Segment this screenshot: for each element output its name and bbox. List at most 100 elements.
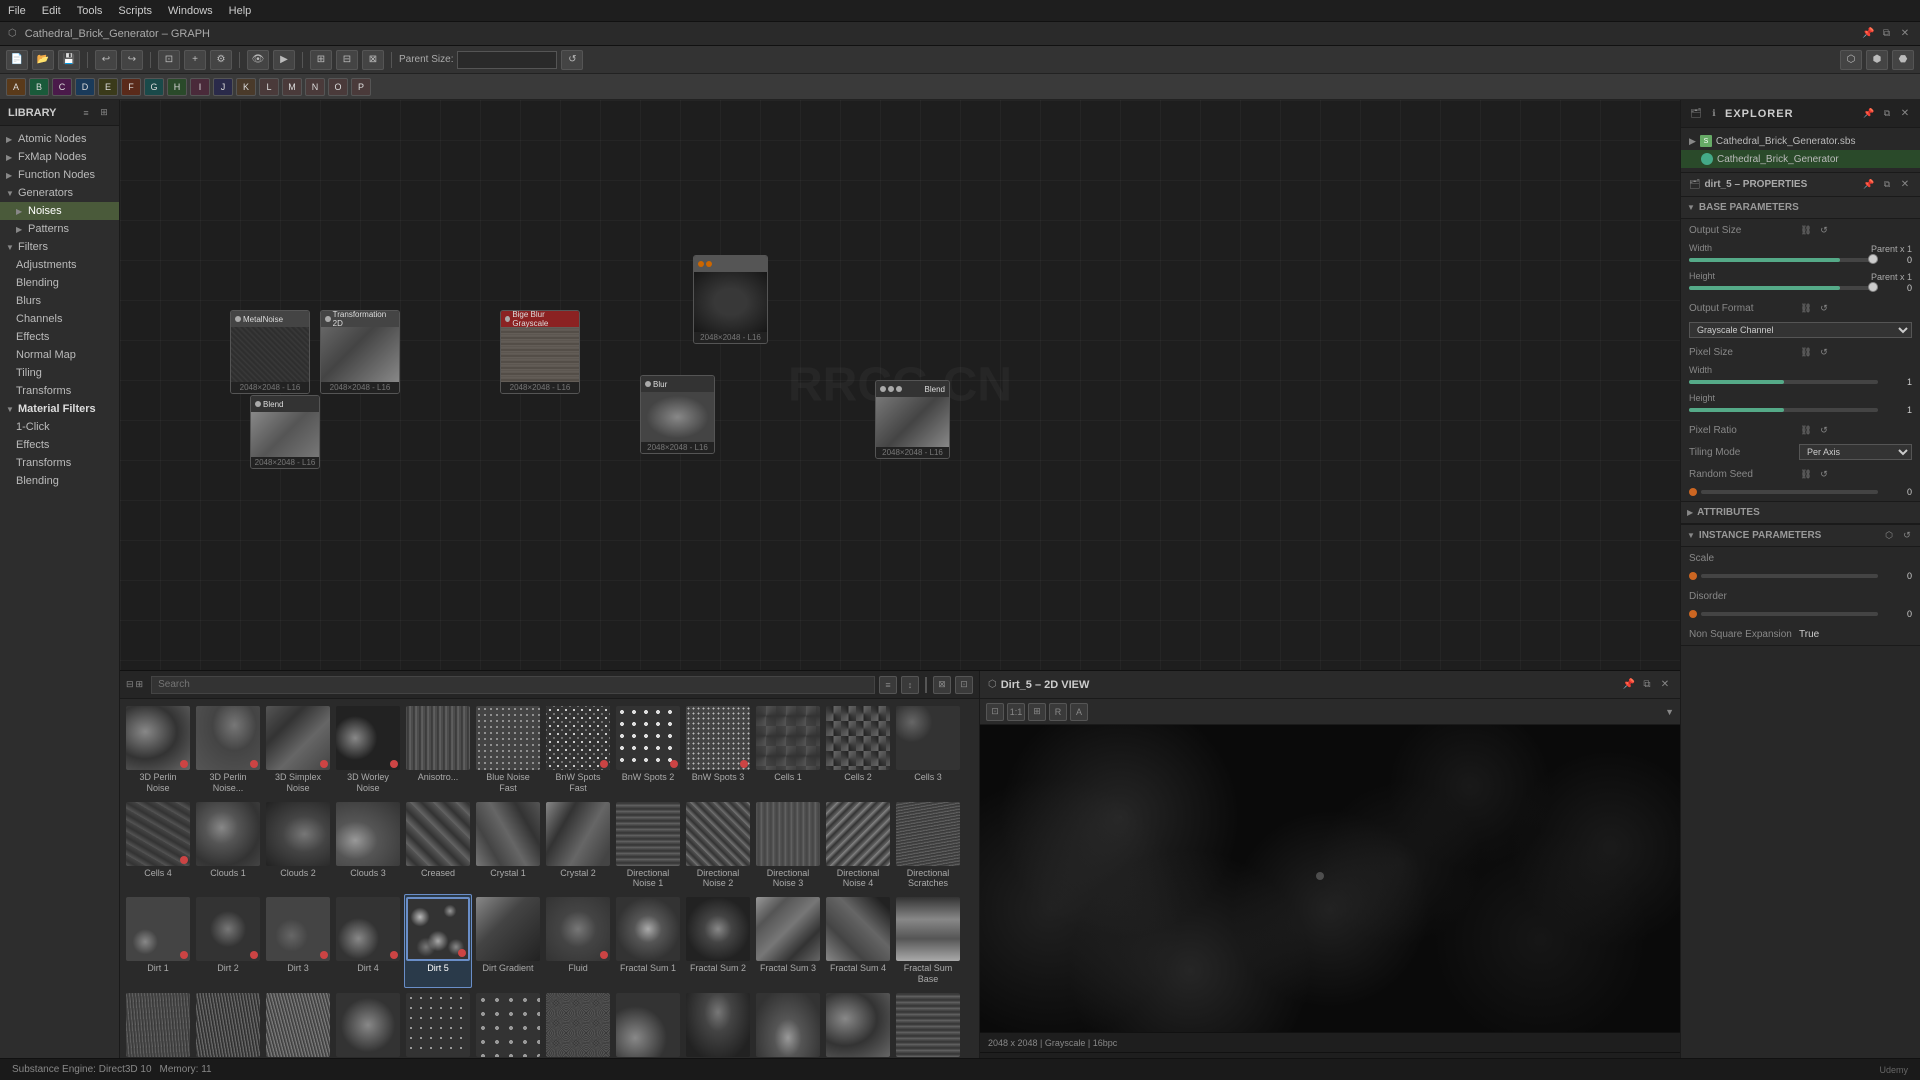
filter-btn[interactable]: ≡ bbox=[879, 676, 897, 694]
tree-transforms[interactable]: Transforms bbox=[0, 382, 119, 400]
frame-btn[interactable]: ⊟ bbox=[336, 50, 358, 70]
tree-tiling[interactable]: Tiling bbox=[0, 364, 119, 382]
pin-icon[interactable]: 📌 bbox=[1862, 28, 1874, 39]
pin-icon[interactable]: 📌 bbox=[1862, 178, 1876, 192]
link-icon4[interactable]: ⛓ bbox=[1799, 423, 1813, 437]
view2d-canvas[interactable] bbox=[980, 725, 1680, 1032]
preview-btn[interactable]: 👁 bbox=[247, 50, 269, 70]
menu-scripts[interactable]: Scripts bbox=[118, 5, 152, 17]
instance-params-header[interactable]: ▼ INSTANCE PARAMETERS ⬡ ↺ bbox=[1681, 525, 1920, 547]
explorer-graph-item[interactable]: Cathedral_Brick_Generator bbox=[1681, 150, 1920, 168]
thumb-dirt5[interactable]: Dirt 5 bbox=[404, 894, 472, 988]
disorder-slider-track[interactable] bbox=[1701, 612, 1878, 616]
thumb-dirt3[interactable]: Dirt 3 bbox=[264, 894, 332, 988]
type-i[interactable]: I bbox=[190, 78, 210, 96]
thumb-aniso[interactable]: Anisotro... bbox=[404, 703, 472, 797]
type-l[interactable]: L bbox=[259, 78, 279, 96]
sort-btn[interactable]: ↕ bbox=[901, 676, 919, 694]
tree-atomic-nodes[interactable]: ▶ Atomic Nodes bbox=[0, 130, 119, 148]
base-params-header[interactable]: ▼ BASE PARAMETERS bbox=[1681, 197, 1920, 219]
tree-patterns[interactable]: ▶ Patterns bbox=[0, 220, 119, 238]
thumb-fractal-sum2[interactable]: Fractal Sum 2 bbox=[684, 894, 752, 988]
tree-generators[interactable]: ▼ Generators bbox=[0, 184, 119, 202]
pin-icon[interactable]: 📌 bbox=[1622, 678, 1636, 692]
thumb-3d-perlin[interactable]: 3D Perlin Noise bbox=[124, 703, 192, 797]
thumb-bnw-spots2[interactable]: BnW Spots 2 bbox=[614, 703, 682, 797]
instance-icon2[interactable]: ↺ bbox=[1900, 529, 1914, 543]
thumb-cells1[interactable]: Cells 1 bbox=[754, 703, 822, 797]
node-output[interactable]: 2048×2048 - L16 bbox=[693, 255, 768, 344]
thumb-dir-noise3[interactable]: Directional Noise 3 bbox=[754, 799, 822, 893]
thumb-clouds1[interactable]: Clouds 1 bbox=[194, 799, 262, 893]
node-blend1[interactable]: Blend 2048×2048 - L16 bbox=[250, 395, 320, 469]
float-icon[interactable]: ⧉ bbox=[1640, 678, 1654, 692]
link-btn[interactable]: ⬡ bbox=[1840, 50, 1862, 70]
width-slider-track[interactable] bbox=[1689, 258, 1878, 262]
tree-material-filters[interactable]: ▼ Material Filters bbox=[0, 400, 119, 418]
height-slider-track[interactable] bbox=[1689, 286, 1878, 290]
tree-function-nodes[interactable]: ▶ Function Nodes bbox=[0, 166, 119, 184]
type-k[interactable]: K bbox=[236, 78, 256, 96]
thumb-fractal-base[interactable]: Fractal Sum Base bbox=[894, 894, 962, 988]
thumb-dirt-gradient[interactable]: Dirt Gradient bbox=[474, 894, 542, 988]
node-blur[interactable]: Blur 2048×2048 - L16 bbox=[640, 375, 715, 454]
tree-filters[interactable]: ▼ Filters bbox=[0, 238, 119, 256]
tree-mat-effects[interactable]: Effects bbox=[0, 436, 119, 454]
settings-btn[interactable]: ⚙ bbox=[210, 50, 232, 70]
tree-normalmap[interactable]: Normal Map bbox=[0, 346, 119, 364]
link-icon3[interactable]: ⛓ bbox=[1799, 345, 1813, 359]
tree-effects[interactable]: Effects bbox=[0, 328, 119, 346]
expand-btn[interactable]: ⊡ bbox=[955, 676, 973, 694]
pixel-height-slider-track[interactable] bbox=[1689, 408, 1878, 412]
menu-file[interactable]: File bbox=[8, 5, 26, 17]
explorer-left-icon[interactable]: 🗂 bbox=[1689, 107, 1703, 121]
link-icon[interactable]: ⛓ bbox=[1799, 223, 1813, 237]
tiling-mode-select[interactable]: Per Axis bbox=[1799, 444, 1912, 460]
type-e[interactable]: E bbox=[98, 78, 118, 96]
lib-icon-grid[interactable]: ⊞ bbox=[97, 106, 111, 120]
type-h[interactable]: H bbox=[167, 78, 187, 96]
node-blend2[interactable]: Blend 2048×2048 - L16 bbox=[875, 380, 950, 459]
node-btn[interactable]: ⬢ bbox=[1866, 50, 1888, 70]
thumb-dirt2[interactable]: Dirt 2 bbox=[194, 894, 262, 988]
close-icon[interactable]: ✕ bbox=[1898, 27, 1912, 41]
thumb-crystal2[interactable]: Crystal 2 bbox=[544, 799, 612, 893]
thumb-creased[interactable]: Creased bbox=[404, 799, 472, 893]
type-f[interactable]: F bbox=[121, 78, 141, 96]
thumb-crystal1[interactable]: Crystal 1 bbox=[474, 799, 542, 893]
reset-icon3[interactable]: ↺ bbox=[1817, 345, 1831, 359]
reset-icon5[interactable]: ↺ bbox=[1817, 467, 1831, 481]
thumb-dirt1[interactable]: Dirt 1 bbox=[124, 894, 192, 988]
float-icon[interactable]: ⧉ bbox=[1880, 178, 1894, 192]
thumb-fluid[interactable]: Fluid bbox=[544, 894, 612, 988]
pixel-width-slider-track[interactable] bbox=[1689, 380, 1878, 384]
thumb-dir-noise4[interactable]: Directional Noise 4 bbox=[824, 799, 892, 893]
tree-blurs[interactable]: Blurs bbox=[0, 292, 119, 310]
output-format-select[interactable]: Grayscale Channel bbox=[1689, 322, 1912, 338]
thumb-clouds2[interactable]: Clouds 2 bbox=[264, 799, 332, 893]
thumb-fractal-sum1[interactable]: Fractal Sum 1 bbox=[614, 894, 682, 988]
reset-icon2[interactable]: ↺ bbox=[1817, 301, 1831, 315]
zoom-fit-btn[interactable]: ⊡ bbox=[158, 50, 180, 70]
type-a[interactable]: A bbox=[6, 78, 26, 96]
grid-btn[interactable]: ⊞ bbox=[310, 50, 332, 70]
menu-tools[interactable]: Tools bbox=[77, 5, 103, 17]
open-btn[interactable]: 📂 bbox=[32, 50, 54, 70]
thumb-3d-perlin2[interactable]: 3D Perlin Noise... bbox=[194, 703, 262, 797]
type-g[interactable]: G bbox=[144, 78, 164, 96]
lib-icon-list[interactable]: ≡ bbox=[79, 106, 93, 120]
type-p[interactable]: P bbox=[351, 78, 371, 96]
render-btn[interactable]: ▶ bbox=[273, 50, 295, 70]
undo-btn[interactable]: ↩ bbox=[95, 50, 117, 70]
seed-slider-track[interactable] bbox=[1701, 490, 1878, 494]
link-icon5[interactable]: ⛓ bbox=[1799, 467, 1813, 481]
attributes-header[interactable]: ▶ ATTRIBUTES bbox=[1681, 502, 1920, 524]
new-btn[interactable]: 📄 bbox=[6, 50, 28, 70]
thumb-dir-noise1[interactable]: Directional Noise 1 bbox=[614, 799, 682, 893]
redo-btn[interactable]: ↪ bbox=[121, 50, 143, 70]
1to1-btn[interactable]: 1:1 bbox=[1007, 703, 1025, 721]
tree-mat-blending[interactable]: Blending bbox=[0, 472, 119, 490]
menu-edit[interactable]: Edit bbox=[42, 5, 61, 17]
float-icon[interactable]: ⧉ bbox=[1883, 28, 1890, 39]
close-icon[interactable]: ✕ bbox=[1898, 178, 1912, 192]
